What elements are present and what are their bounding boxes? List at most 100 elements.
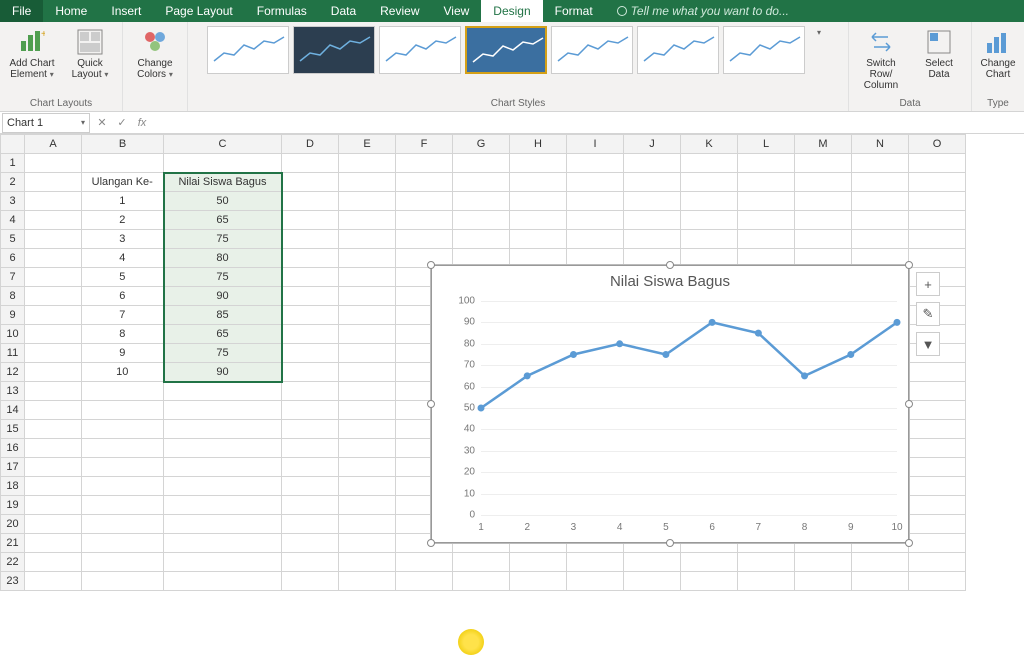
row-header-8[interactable]: 8: [1, 287, 25, 306]
enter-formula-button[interactable]: ✓: [112, 116, 132, 129]
row-header-9[interactable]: 9: [1, 306, 25, 325]
column-header-C[interactable]: C: [164, 135, 282, 154]
tab-design[interactable]: Design: [481, 0, 542, 22]
select-data-button[interactable]: Select Data: [913, 26, 965, 82]
cell-K22[interactable]: [681, 553, 738, 572]
row-header-4[interactable]: 4: [1, 211, 25, 230]
row-header-14[interactable]: 14: [1, 401, 25, 420]
cell-H2[interactable]: [510, 173, 567, 192]
cell-D22[interactable]: [282, 553, 339, 572]
cell-F1[interactable]: [396, 154, 453, 173]
cell-D12[interactable]: [282, 363, 339, 382]
cell-O19[interactable]: [909, 496, 966, 515]
column-header-L[interactable]: L: [738, 135, 795, 154]
tab-review[interactable]: Review: [368, 0, 431, 22]
cell-O20[interactable]: [909, 515, 966, 534]
cell-K1[interactable]: [681, 154, 738, 173]
cell-A1[interactable]: [25, 154, 82, 173]
cell-A14[interactable]: [25, 401, 82, 420]
cell-B18[interactable]: [82, 477, 164, 496]
chart-style-4[interactable]: [465, 26, 547, 74]
cell-C2[interactable]: Nilai Siswa Bagus: [164, 173, 282, 192]
cell-B14[interactable]: [82, 401, 164, 420]
column-header-K[interactable]: K: [681, 135, 738, 154]
change-colors-button[interactable]: Change Colors ▾: [129, 26, 181, 82]
cell-O2[interactable]: [909, 173, 966, 192]
cell-C1[interactable]: [164, 154, 282, 173]
cell-D9[interactable]: [282, 306, 339, 325]
cell-A20[interactable]: [25, 515, 82, 534]
cell-C6[interactable]: 80: [164, 249, 282, 268]
cell-B16[interactable]: [82, 439, 164, 458]
cell-O1[interactable]: [909, 154, 966, 173]
column-header-J[interactable]: J: [624, 135, 681, 154]
cell-E7[interactable]: [339, 268, 396, 287]
row-header-21[interactable]: 21: [1, 534, 25, 553]
cell-B5[interactable]: 3: [82, 230, 164, 249]
cell-C5[interactable]: 75: [164, 230, 282, 249]
cell-G1[interactable]: [453, 154, 510, 173]
cell-C11[interactable]: 75: [164, 344, 282, 363]
cell-M5[interactable]: [795, 230, 852, 249]
cell-C22[interactable]: [164, 553, 282, 572]
chart-styles-button[interactable]: ✎: [916, 302, 940, 326]
cell-B10[interactable]: 8: [82, 325, 164, 344]
cell-B8[interactable]: 6: [82, 287, 164, 306]
cell-K3[interactable]: [681, 192, 738, 211]
cell-H4[interactable]: [510, 211, 567, 230]
cell-L5[interactable]: [738, 230, 795, 249]
row-header-23[interactable]: 23: [1, 572, 25, 591]
cell-D7[interactable]: [282, 268, 339, 287]
row-header-5[interactable]: 5: [1, 230, 25, 249]
row-header-6[interactable]: 6: [1, 249, 25, 268]
cell-D3[interactable]: [282, 192, 339, 211]
cell-O16[interactable]: [909, 439, 966, 458]
cell-D6[interactable]: [282, 249, 339, 268]
cell-D16[interactable]: [282, 439, 339, 458]
cell-B23[interactable]: [82, 572, 164, 591]
cell-N4[interactable]: [852, 211, 909, 230]
chart-style-6[interactable]: [637, 26, 719, 74]
cell-F22[interactable]: [396, 553, 453, 572]
cell-F2[interactable]: [396, 173, 453, 192]
cell-E17[interactable]: [339, 458, 396, 477]
cell-L3[interactable]: [738, 192, 795, 211]
cell-I1[interactable]: [567, 154, 624, 173]
fx-button[interactable]: fx: [132, 117, 152, 129]
cell-D10[interactable]: [282, 325, 339, 344]
cell-C16[interactable]: [164, 439, 282, 458]
cell-L2[interactable]: [738, 173, 795, 192]
tab-insert[interactable]: Insert: [99, 0, 153, 22]
cell-O17[interactable]: [909, 458, 966, 477]
cell-B11[interactable]: 9: [82, 344, 164, 363]
cell-A4[interactable]: [25, 211, 82, 230]
cell-D13[interactable]: [282, 382, 339, 401]
cell-O18[interactable]: [909, 477, 966, 496]
cell-L1[interactable]: [738, 154, 795, 173]
cell-L22[interactable]: [738, 553, 795, 572]
cell-E3[interactable]: [339, 192, 396, 211]
row-header-19[interactable]: 19: [1, 496, 25, 515]
cell-A23[interactable]: [25, 572, 82, 591]
cell-L23[interactable]: [738, 572, 795, 591]
cell-N22[interactable]: [852, 553, 909, 572]
chart-style-1[interactable]: [207, 26, 289, 74]
cell-C7[interactable]: 75: [164, 268, 282, 287]
cell-A18[interactable]: [25, 477, 82, 496]
cell-A9[interactable]: [25, 306, 82, 325]
cell-C23[interactable]: [164, 572, 282, 591]
cell-B21[interactable]: [82, 534, 164, 553]
cell-D19[interactable]: [282, 496, 339, 515]
row-header-1[interactable]: 1: [1, 154, 25, 173]
cell-A15[interactable]: [25, 420, 82, 439]
select-all-corner[interactable]: [1, 135, 25, 154]
chart-plot-area[interactable]: 010203040506070809010012345678910: [481, 301, 897, 515]
chart-style-3[interactable]: [379, 26, 461, 74]
cell-C17[interactable]: [164, 458, 282, 477]
cell-A16[interactable]: [25, 439, 82, 458]
cell-A21[interactable]: [25, 534, 82, 553]
cell-B6[interactable]: 4: [82, 249, 164, 268]
cell-M1[interactable]: [795, 154, 852, 173]
cell-I4[interactable]: [567, 211, 624, 230]
cell-K2[interactable]: [681, 173, 738, 192]
